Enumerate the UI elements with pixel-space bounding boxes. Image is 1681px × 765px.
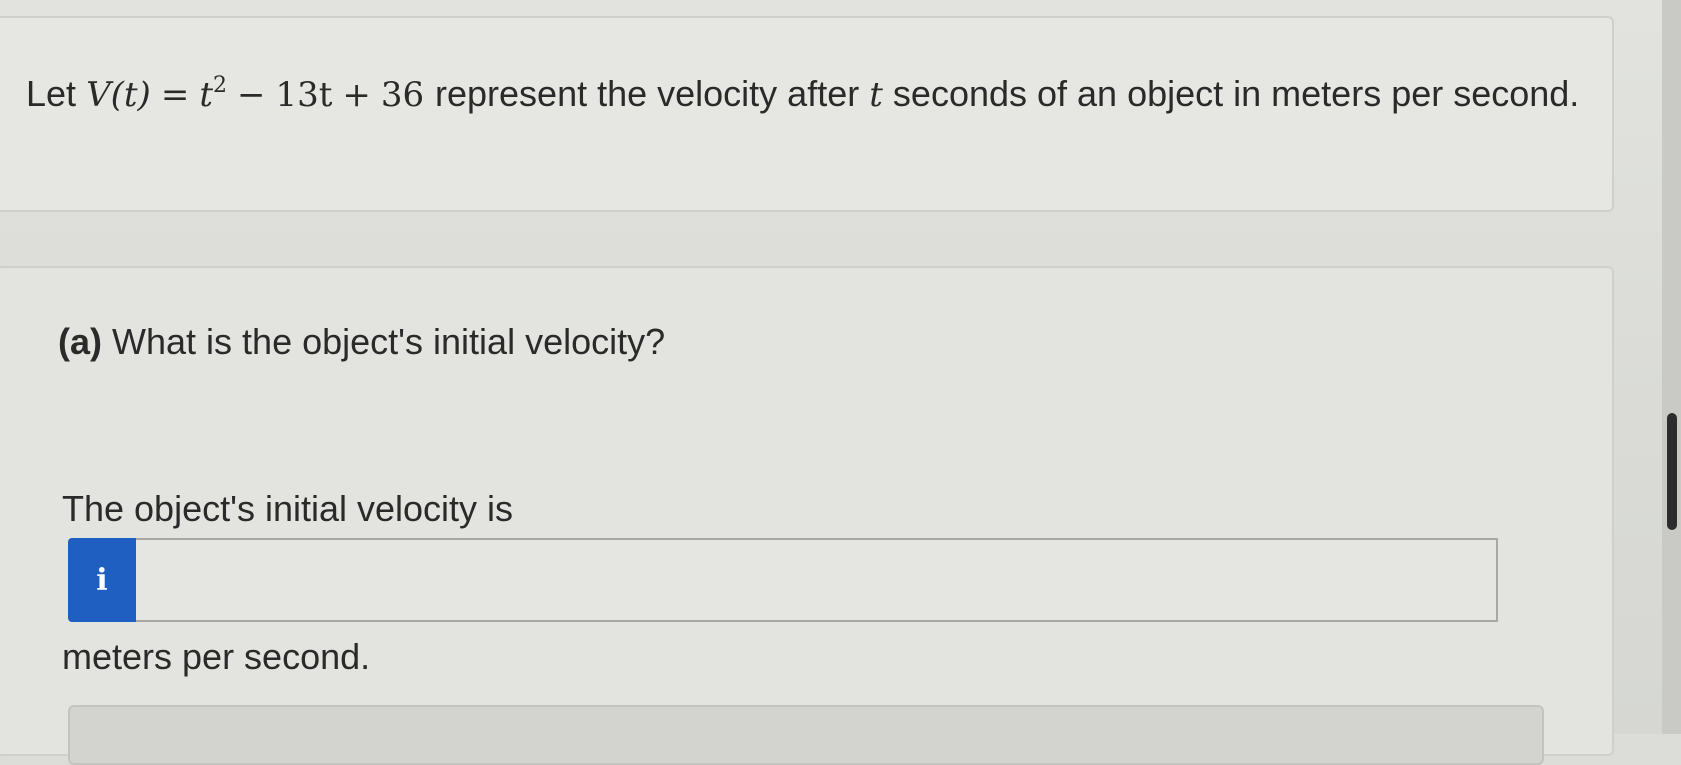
- next-section-card: [68, 705, 1544, 765]
- problem-prefix: Let: [26, 73, 77, 114]
- equation-minus: −: [236, 75, 266, 115]
- answer-prompt: The object's initial velocity is: [62, 488, 514, 529]
- screen: Let V(t) = t2−13t +36 represent the velocit…: [0, 0, 1681, 765]
- equation-plus: +: [342, 75, 371, 115]
- part-a-question-text: What is the object's initial velocity?: [112, 321, 666, 362]
- equation-lhs: V(t): [86, 75, 151, 115]
- problem-text-before-var: represent the velocity after: [435, 73, 860, 114]
- info-button[interactable]: i: [68, 538, 136, 622]
- info-icon: i: [96, 562, 108, 598]
- part-a-marker: (a): [58, 321, 102, 362]
- answer-row: i: [68, 538, 1498, 622]
- equation-middle-term: 13t: [275, 75, 333, 115]
- initial-velocity-input[interactable]: [136, 538, 1498, 622]
- velocity-equation: V(t) = t2−13t +36: [86, 73, 435, 116]
- problem-text-after-var: seconds of an object in meters per secon…: [892, 73, 1580, 114]
- equation-constant: 36: [380, 75, 425, 115]
- problem-statement: Let V(t) = t2−13t +36 represent the velocit…: [26, 66, 1586, 123]
- equation-equals: =: [160, 75, 190, 115]
- problem-variable: t: [869, 75, 883, 115]
- equation-exponent: 2: [212, 73, 227, 98]
- equation-t-base: t: [199, 75, 213, 115]
- scrollbar-track[interactable]: [1662, 0, 1681, 734]
- unit-label: meters per second.: [62, 636, 371, 677]
- part-a-question: (a) What is the object's initial velocit…: [58, 318, 665, 366]
- scrollbar-thumb[interactable]: [1667, 413, 1677, 530]
